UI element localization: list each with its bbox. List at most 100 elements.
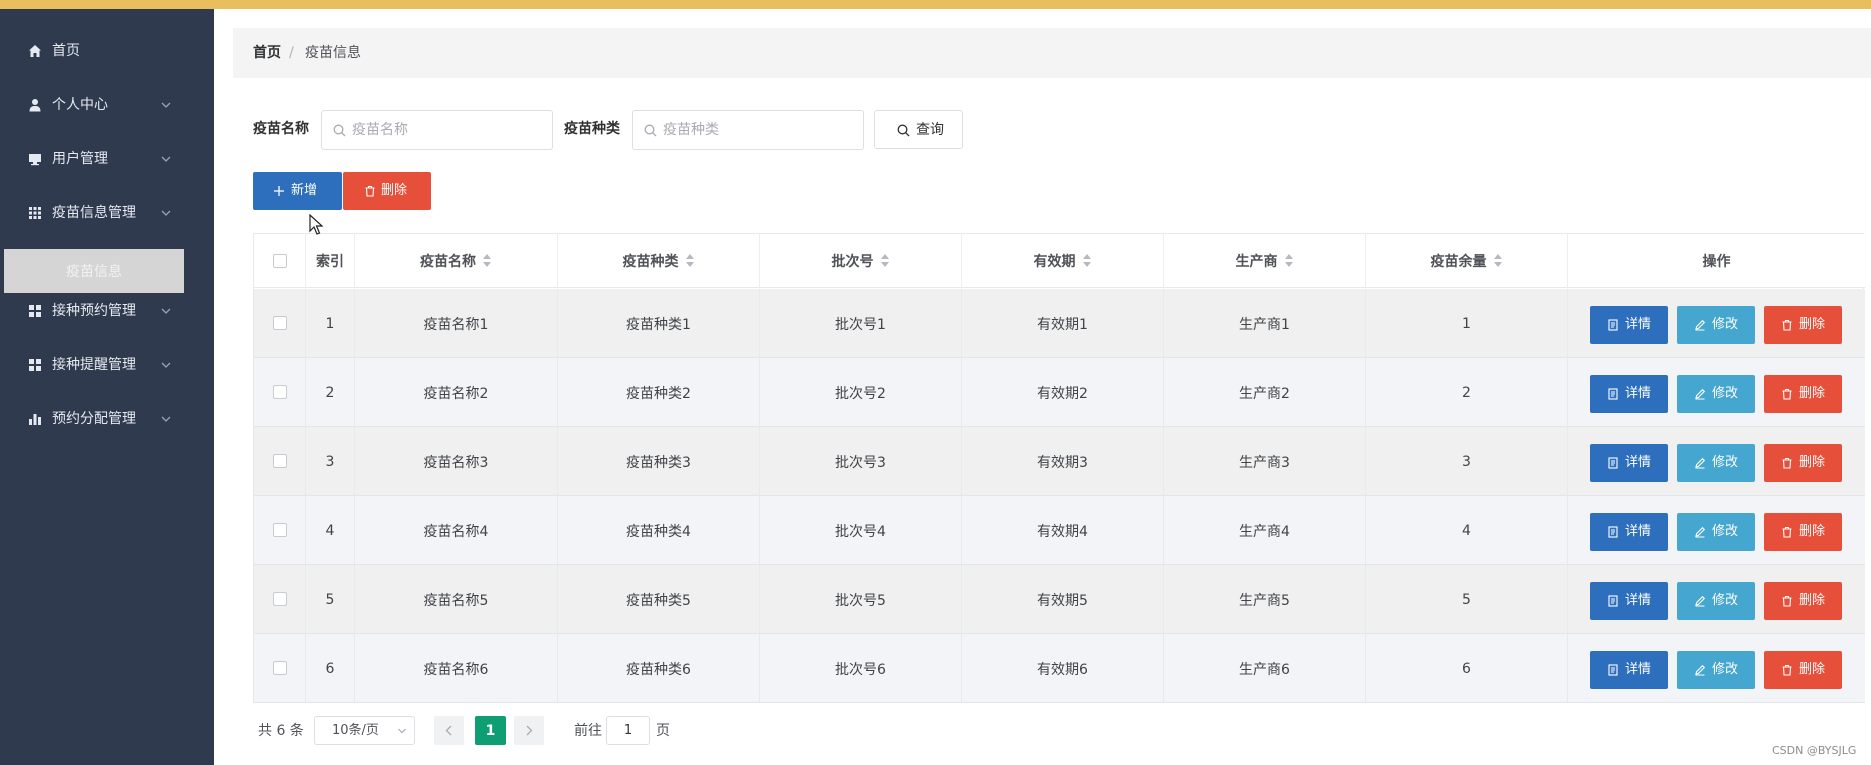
edit-button[interactable]: 修改 bbox=[1677, 375, 1755, 413]
query-button[interactable]: 查询 bbox=[874, 110, 963, 149]
sidebar-item-appointment-management[interactable]: 接种预约管理 bbox=[0, 296, 214, 326]
column-header-vaccine-type[interactable]: 疫苗种类 bbox=[558, 234, 760, 288]
sort-icon[interactable] bbox=[880, 254, 890, 268]
cell-expiry: 有效期3 bbox=[962, 427, 1164, 496]
next-page-button[interactable] bbox=[514, 716, 544, 745]
sidebar-item-label: 个人中心 bbox=[52, 97, 108, 113]
goto-label: 前往 bbox=[574, 723, 602, 739]
column-header-label: 索引 bbox=[316, 254, 344, 270]
sidebar-subitem-vaccine-info[interactable]: 疫苗信息 bbox=[4, 249, 184, 293]
cell-select bbox=[254, 427, 306, 496]
vaccine-type-label: 疫苗种类 bbox=[564, 121, 620, 137]
bar-chart-icon bbox=[29, 414, 41, 425]
detail-button[interactable]: 详情 bbox=[1590, 651, 1668, 689]
cell-batch-number: 批次号6 bbox=[760, 634, 962, 703]
table-row: 6 疫苗名称6 疫苗种类6 批次号6 有效期6 生产商6 6 详情 修改 删除 bbox=[254, 634, 1865, 703]
row-checkbox[interactable] bbox=[273, 316, 287, 330]
edit-button[interactable]: 修改 bbox=[1677, 582, 1755, 620]
row-delete-button[interactable]: 删除 bbox=[1764, 513, 1842, 551]
cell-vaccine-name: 疫苗名称6 bbox=[355, 634, 558, 703]
column-header-label: 疫苗名称 bbox=[420, 254, 476, 270]
detail-button[interactable]: 详情 bbox=[1590, 513, 1668, 551]
row-delete-button[interactable]: 删除 bbox=[1764, 375, 1842, 413]
row-checkbox[interactable] bbox=[273, 454, 287, 468]
page-number-1[interactable]: 1 bbox=[475, 716, 506, 745]
column-header-actions: 操作 bbox=[1568, 234, 1865, 288]
sort-icon[interactable] bbox=[1284, 254, 1294, 268]
apps-icon bbox=[29, 359, 41, 371]
detail-button[interactable]: 详情 bbox=[1590, 582, 1668, 620]
edit-button[interactable]: 修改 bbox=[1677, 651, 1755, 689]
row-delete-button[interactable]: 删除 bbox=[1764, 651, 1842, 689]
detail-button-label: 详情 bbox=[1625, 524, 1652, 539]
row-delete-button[interactable]: 删除 bbox=[1764, 306, 1842, 344]
edit-button[interactable]: 修改 bbox=[1677, 513, 1755, 551]
home-icon bbox=[29, 45, 41, 57]
user-icon bbox=[29, 99, 41, 112]
vaccine-type-field[interactable] bbox=[632, 110, 864, 150]
detail-button[interactable]: 详情 bbox=[1590, 306, 1668, 344]
breadcrumb-home[interactable]: 首页 bbox=[253, 44, 281, 62]
goto-page-field[interactable] bbox=[606, 716, 650, 745]
sort-icon[interactable] bbox=[1493, 254, 1503, 268]
pagination-total: 共 6 条 bbox=[258, 723, 304, 739]
detail-button[interactable]: 详情 bbox=[1590, 375, 1668, 413]
goto-page-input[interactable] bbox=[607, 717, 649, 744]
column-header-manufacturer[interactable]: 生产商 bbox=[1164, 234, 1366, 288]
edit-button[interactable]: 修改 bbox=[1677, 444, 1755, 482]
batch-delete-button[interactable]: 删除 bbox=[343, 172, 431, 210]
sidebar-item-vaccine-info-management[interactable]: 疫苗信息管理 bbox=[0, 198, 214, 228]
row-delete-button-label: 删除 bbox=[1799, 386, 1826, 401]
row-checkbox[interactable] bbox=[273, 592, 287, 606]
edit-button[interactable]: 修改 bbox=[1677, 306, 1755, 344]
chevron-right-icon bbox=[526, 725, 533, 736]
sidebar-item-home[interactable]: 首页 bbox=[0, 36, 214, 66]
sidebar-item-personal-center[interactable]: 个人中心 bbox=[0, 90, 214, 120]
row-delete-button-label: 删除 bbox=[1799, 317, 1826, 332]
row-checkbox[interactable] bbox=[273, 661, 287, 675]
cell-select bbox=[254, 289, 306, 358]
document-icon bbox=[1608, 388, 1618, 400]
sort-icon[interactable] bbox=[685, 254, 695, 268]
cell-vaccine-name: 疫苗名称2 bbox=[355, 358, 558, 427]
add-button[interactable]: 新增 bbox=[253, 172, 342, 210]
row-checkbox[interactable] bbox=[273, 385, 287, 399]
vaccine-type-input[interactable] bbox=[663, 120, 843, 140]
edit-button-label: 修改 bbox=[1712, 593, 1739, 608]
select-all-checkbox[interactable] bbox=[273, 254, 287, 268]
sort-icon[interactable] bbox=[482, 254, 492, 268]
detail-button[interactable]: 详情 bbox=[1590, 444, 1668, 482]
sidebar-item-label: 预约分配管理 bbox=[52, 411, 136, 427]
column-header-stock[interactable]: 疫苗余量 bbox=[1366, 234, 1568, 288]
column-header-batch-number[interactable]: 批次号 bbox=[760, 234, 962, 288]
sidebar-item-allocation-management[interactable]: 预约分配管理 bbox=[0, 404, 214, 434]
page-size-select[interactable]: 10条/页 bbox=[314, 716, 415, 745]
chevron-down-icon bbox=[161, 156, 171, 162]
cell-expiry: 有效期5 bbox=[962, 565, 1164, 634]
vaccine-name-input[interactable] bbox=[352, 120, 532, 140]
cell-stock: 4 bbox=[1366, 496, 1568, 565]
row-delete-button[interactable]: 删除 bbox=[1764, 444, 1842, 482]
prev-page-button[interactable] bbox=[434, 716, 464, 745]
trash-icon bbox=[1782, 319, 1792, 331]
edit-button-label: 修改 bbox=[1712, 455, 1739, 470]
sidebar-item-reminder-management[interactable]: 接种提醒管理 bbox=[0, 350, 214, 380]
detail-button-label: 详情 bbox=[1625, 455, 1652, 470]
table-row: 5 疫苗名称5 疫苗种类5 批次号5 有效期5 生产商5 5 详情 修改 删除 bbox=[254, 565, 1865, 634]
cell-vaccine-name: 疫苗名称1 bbox=[355, 289, 558, 358]
sidebar-item-user-management[interactable]: 用户管理 bbox=[0, 144, 214, 174]
table-header-row: 索引 疫苗名称 疫苗种类 批次号 有效期 生产商 疫苗余量 操作 bbox=[254, 234, 1865, 288]
column-header-vaccine-name[interactable]: 疫苗名称 bbox=[355, 234, 558, 288]
edit-button-label: 修改 bbox=[1712, 386, 1739, 401]
row-checkbox[interactable] bbox=[273, 523, 287, 537]
column-header-expiry[interactable]: 有效期 bbox=[962, 234, 1164, 288]
sort-icon[interactable] bbox=[1082, 254, 1092, 268]
cell-actions: 详情 修改 删除 bbox=[1568, 565, 1865, 634]
vaccine-name-field[interactable] bbox=[321, 110, 553, 150]
sidebar-item-label: 首页 bbox=[52, 43, 80, 59]
cell-vaccine-type: 疫苗种类2 bbox=[558, 358, 760, 427]
row-delete-button[interactable]: 删除 bbox=[1764, 582, 1842, 620]
cell-stock: 3 bbox=[1366, 427, 1568, 496]
edit-icon bbox=[1695, 319, 1706, 331]
cell-vaccine-type: 疫苗种类1 bbox=[558, 289, 760, 358]
